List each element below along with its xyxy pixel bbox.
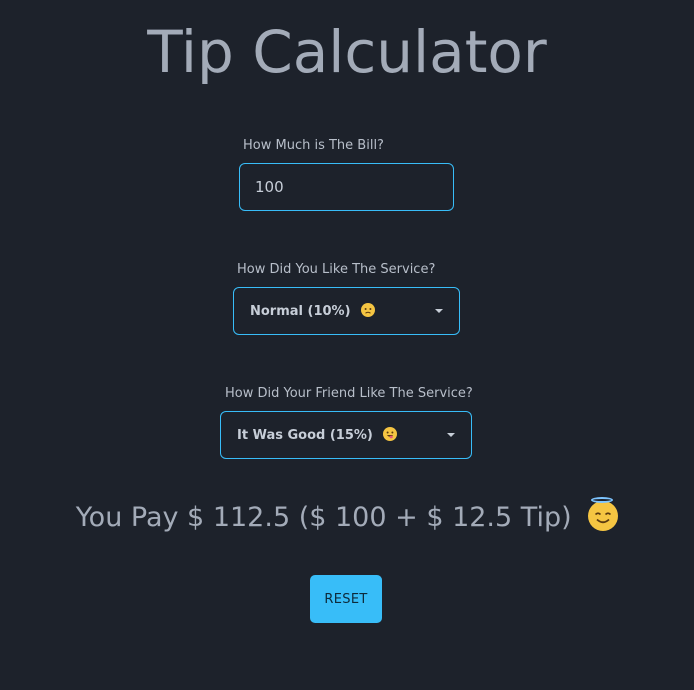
grinning-tongue-face-icon: [383, 427, 398, 441]
tip-result: You Pay $ 112.5 ($ 100 + $ 12.5 Tip): [0, 497, 694, 536]
friend-service-label: How Did Your Friend Like The Service?: [225, 386, 473, 401]
smiling-angel-face-icon: [588, 497, 619, 531]
friend-service-select-value: It Was Good (15%): [237, 428, 373, 443]
friend-service-select-value-wrap: It Was Good (15%): [237, 427, 447, 443]
chevron-down-icon: [435, 309, 443, 313]
disappointed-face-icon: [361, 303, 376, 317]
page-title: Tip Calculator: [147, 18, 547, 86]
chevron-down-icon: [447, 433, 455, 437]
service-select[interactable]: Normal (10%): [233, 287, 460, 335]
service-select-value: Normal (10%): [250, 304, 351, 319]
service-select-value-wrap: Normal (10%): [250, 303, 435, 319]
bill-label: How Much is The Bill?: [243, 138, 384, 153]
tip-result-text: You Pay $ 112.5 ($ 100 + $ 12.5 Tip): [75, 502, 572, 533]
tip-calculator-page: Tip Calculator How Much is The Bill? How…: [0, 0, 694, 690]
bill-input[interactable]: [239, 163, 454, 211]
service-label: How Did You Like The Service?: [237, 262, 436, 277]
reset-button[interactable]: RESET: [310, 575, 382, 623]
friend-service-select[interactable]: It Was Good (15%): [220, 411, 472, 459]
